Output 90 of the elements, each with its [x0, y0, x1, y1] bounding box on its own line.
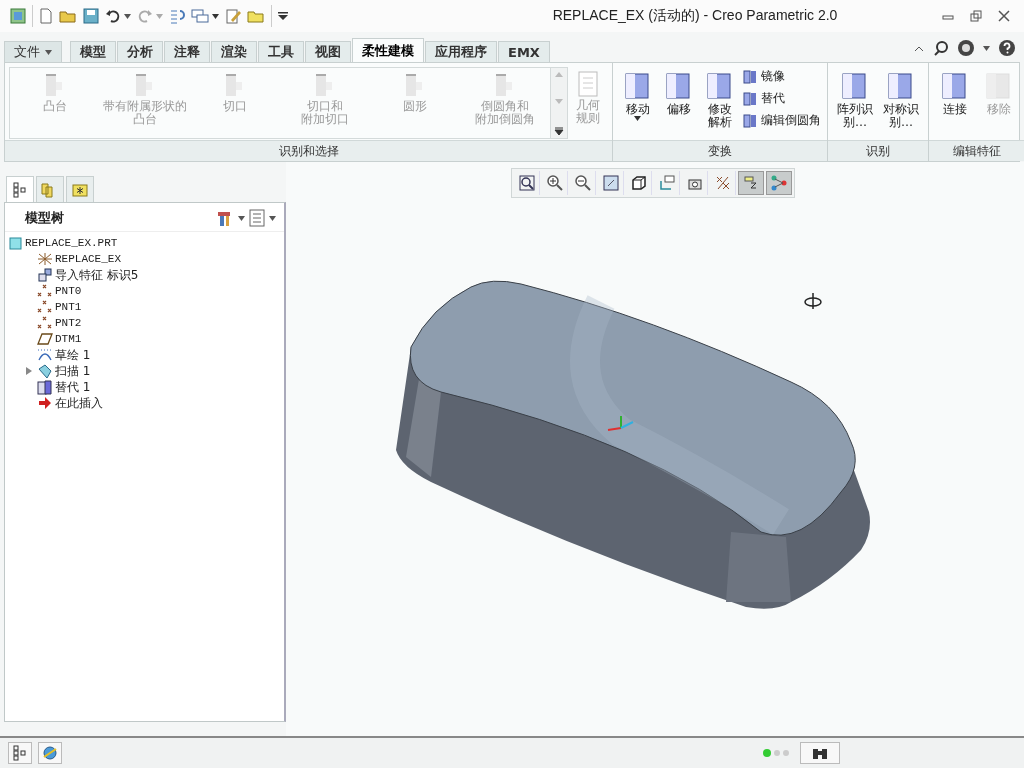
- tree-item[interactable]: 导入特征 标识5: [55, 266, 139, 284]
- ribbon-button[interactable]: 偏移: [658, 67, 699, 118]
- block-icon: [742, 112, 758, 129]
- datum-point-icon: [37, 300, 53, 314]
- tree-icon: [13, 181, 27, 198]
- ribbon-tab[interactable]: 模型: [70, 41, 116, 62]
- undo-icon[interactable]: [105, 8, 121, 24]
- display-style-icon: [629, 174, 648, 192]
- file-menu[interactable]: 文件: [4, 41, 62, 62]
- ribbon-button[interactable]: 修改 解析: [699, 67, 740, 131]
- ribbon-tab[interactable]: 分析: [117, 41, 163, 62]
- ribbon-tab[interactable]: 应用程序: [425, 41, 497, 62]
- caret-icon: [45, 50, 52, 55]
- rotate-cursor-icon: [804, 292, 822, 310]
- ribbon-button[interactable]: 替代: [740, 89, 823, 108]
- browser-toggle-icon[interactable]: [38, 742, 62, 764]
- tree-item[interactable]: DTM1: [55, 333, 82, 345]
- refit-icon: [517, 174, 536, 192]
- tree-item[interactable]: REPLACE_EX.PRT: [25, 237, 118, 249]
- find-icon[interactable]: [800, 742, 840, 764]
- community-icon[interactable]: [957, 39, 975, 57]
- group-label: 识别和选择: [5, 140, 612, 161]
- save-icon[interactable]: [83, 8, 99, 24]
- regenerate-icon[interactable]: [169, 8, 185, 24]
- zoom-out-icon: [573, 174, 592, 192]
- expand-gallery-icon[interactable]: [554, 126, 564, 136]
- caret-icon[interactable]: [212, 13, 219, 19]
- customize-icon[interactable]: [278, 12, 288, 20]
- group-label: 识别: [828, 140, 928, 161]
- datum-point-icon: [37, 284, 53, 298]
- arrow-icon: [37, 396, 53, 410]
- favorites-tab[interactable]: [66, 176, 94, 202]
- datum-plane-icon: [37, 332, 53, 346]
- open-folder-icon[interactable]: [59, 8, 77, 24]
- tree-item[interactable]: PNT2: [55, 317, 82, 329]
- sweep-icon: [37, 363, 53, 379]
- caret-icon[interactable]: [269, 215, 276, 221]
- group-label: 变换: [613, 140, 827, 161]
- tree-item[interactable]: PNT0: [55, 285, 82, 297]
- annotation-button[interactable]: [766, 171, 792, 195]
- ribbon-tab[interactable]: 视图: [305, 41, 351, 62]
- window-title: REPLACE_EX (活动的) - Creo Parametric 2.0: [551, 7, 839, 25]
- ribbon-tab[interactable]: 渲染: [211, 41, 257, 62]
- help-icon[interactable]: [998, 39, 1016, 57]
- restore-icon[interactable]: [970, 10, 982, 22]
- close-icon[interactable]: [998, 10, 1010, 22]
- coordinate-system-icon: [37, 252, 53, 266]
- caret-icon[interactable]: [634, 116, 641, 121]
- substitute-icon: [37, 379, 53, 395]
- ribbon-button[interactable]: 镜像: [740, 67, 823, 86]
- star-folder-icon: [71, 181, 89, 198]
- model-tree-toggle-icon[interactable]: [8, 742, 32, 764]
- ribbon-tab[interactable]: 柔性建模: [352, 38, 424, 62]
- ribbon-tab[interactable]: 工具: [258, 41, 304, 62]
- ribbon-button[interactable]: 移动: [617, 67, 658, 123]
- model-tree-tab[interactable]: [6, 176, 34, 202]
- coordinate-triad-icon: [607, 415, 634, 431]
- search-icon[interactable]: [933, 40, 949, 56]
- expand-arrow-icon[interactable]: [25, 366, 33, 376]
- tree-item[interactable]: 在此插入: [55, 394, 103, 412]
- datum-point-icon: [37, 316, 53, 330]
- caret-icon[interactable]: [238, 215, 245, 221]
- edit-icon[interactable]: [225, 8, 241, 24]
- group-label: 编辑特征: [929, 140, 1024, 161]
- tree-item[interactable]: PNT1: [55, 301, 82, 313]
- annotation-icon: [770, 174, 788, 192]
- block-icon: [742, 68, 758, 85]
- new-file-icon[interactable]: [39, 8, 53, 24]
- zoom-in-icon: [545, 174, 564, 192]
- folder-browser-tab[interactable]: [36, 176, 64, 202]
- saved-views-icon: [657, 174, 676, 192]
- repaint-icon: [601, 174, 620, 192]
- panel-title: 模型树: [25, 209, 65, 227]
- block-icon: [742, 90, 758, 107]
- part-icon: [9, 236, 23, 250]
- ribbon-button[interactable]: 编辑倒圆角: [740, 111, 823, 130]
- folder-icon[interactable]: [247, 8, 265, 24]
- tree-item[interactable]: 替代 1: [55, 378, 91, 396]
- tree-item[interactable]: 草绘 1: [55, 346, 91, 364]
- tree-item[interactable]: REPLACE_EX: [55, 253, 121, 265]
- caret-icon[interactable]: [124, 13, 131, 19]
- tree-item[interactable]: 扫描 1: [55, 362, 91, 380]
- import-feature-icon: [37, 268, 53, 282]
- ribbon-button[interactable]: 对称识 别…: [878, 67, 924, 131]
- ribbon-button[interactable]: 阵列识 别…: [832, 67, 878, 131]
- ribbon-button[interactable]: 连接: [933, 67, 977, 118]
- sketch-icon: [37, 348, 53, 362]
- ribbon-tab[interactable]: 注释: [164, 41, 210, 62]
- ribbon-tab[interactable]: EMX: [498, 41, 550, 62]
- caret-icon[interactable]: [983, 45, 990, 51]
